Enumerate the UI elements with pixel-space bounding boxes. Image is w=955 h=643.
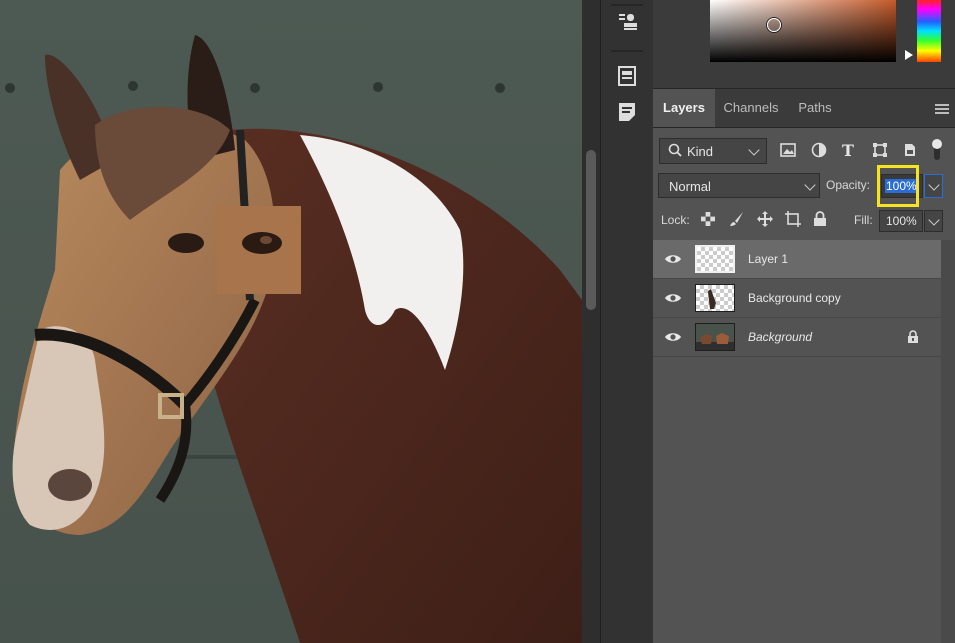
visibility-eye-icon[interactable] — [664, 291, 682, 309]
adjustment-filter-icon[interactable] — [811, 142, 827, 158]
layer-filter-kind[interactable]: Kind — [659, 138, 767, 164]
layer-thumbnail[interactable] — [695, 284, 735, 312]
opacity-highlight-annotation — [877, 165, 919, 207]
fill-dropdown-button[interactable] — [924, 210, 943, 232]
filter-toggle-icon[interactable] — [931, 138, 943, 162]
type-filter-icon[interactable]: T — [842, 141, 854, 160]
fill-value: 100% — [886, 214, 917, 228]
hue-slider-arrow[interactable] — [905, 50, 913, 60]
panel-tabs: Layers Channels Paths — [653, 89, 955, 128]
document-canvas[interactable] — [0, 0, 582, 643]
tab-channels[interactable]: Channels — [715, 89, 787, 127]
panel-menu-icon[interactable] — [935, 104, 949, 116]
smart-object-filter-icon[interactable] — [902, 142, 918, 158]
fill-label: Fill: — [854, 213, 873, 227]
panel-tool-strip — [600, 0, 654, 643]
filter-kind-label: Kind — [687, 144, 714, 159]
chevron-down-icon — [928, 214, 940, 226]
canvas-scrollbar-thumb[interactable] — [586, 150, 596, 310]
lock-artboard-icon[interactable] — [785, 211, 801, 227]
search-icon — [668, 143, 682, 157]
chevron-down-icon — [928, 179, 940, 191]
visibility-eye-icon[interactable] — [664, 330, 682, 348]
layers-panel-group: Layers Channels Paths Kind T Normal Opac… — [653, 0, 955, 643]
layer-row-layer-1[interactable]: Layer 1 — [653, 240, 941, 279]
tab-layers[interactable]: Layers — [653, 89, 715, 127]
color-picker-cursor[interactable] — [767, 18, 781, 32]
color-field[interactable] — [710, 0, 896, 62]
tab-paths[interactable]: Paths — [787, 89, 843, 127]
horse-image — [5, 35, 582, 643]
blend-mode-select[interactable]: Normal — [658, 173, 820, 198]
lock-image-pixels-icon[interactable] — [729, 211, 745, 227]
chevron-down-icon — [804, 179, 816, 191]
opacity-dropdown-button[interactable] — [924, 174, 943, 198]
fill-input[interactable]: 100% — [879, 210, 923, 232]
layers-scrollbar[interactable] — [941, 240, 955, 643]
chevron-down-icon — [748, 144, 760, 156]
tool-separator — [611, 50, 643, 52]
color-picker-panel — [653, 0, 955, 89]
pixel-filter-icon[interactable] — [780, 143, 796, 157]
layer-row-background[interactable]: Background — [653, 318, 941, 357]
stamp-tool-icon[interactable] — [615, 10, 639, 34]
visibility-eye-icon[interactable] — [664, 252, 682, 270]
properties-icon[interactable] — [615, 64, 639, 88]
opacity-label: Opacity: — [826, 178, 871, 192]
horse-silhouette-thumbnail — [708, 289, 716, 309]
layer-thumbnail[interactable] — [695, 323, 735, 351]
layer-row-background-copy[interactable]: Background copy — [653, 279, 941, 318]
lock-position-icon[interactable] — [756, 210, 774, 228]
lock-label: Lock: — [661, 213, 690, 227]
layer-thumbnail[interactable] — [695, 245, 735, 273]
layer-lock-icon — [907, 330, 919, 344]
blend-mode-value: Normal — [669, 179, 711, 194]
tool-separator — [611, 4, 643, 6]
lock-all-icon[interactable] — [813, 211, 827, 227]
shape-filter-icon[interactable] — [872, 142, 888, 158]
layer-name[interactable]: Layer 1 — [748, 240, 788, 278]
notes-icon[interactable] — [615, 100, 639, 124]
layer-name[interactable]: Background copy — [748, 279, 841, 317]
canvas-scrollbar-track[interactable] — [582, 0, 600, 643]
hue-slider[interactable] — [917, 0, 941, 62]
layer-name[interactable]: Background — [748, 318, 812, 356]
lock-transparent-pixels-icon[interactable] — [701, 212, 715, 226]
background-photo-thumbnail — [696, 333, 734, 350]
